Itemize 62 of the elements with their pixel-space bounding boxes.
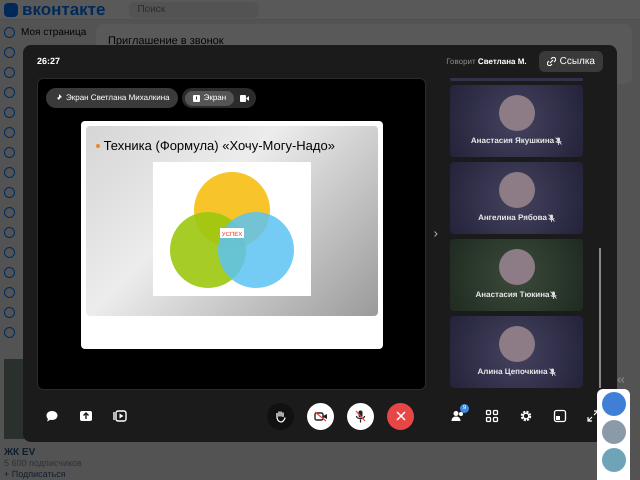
participant-tile[interactable]: Анастасия Тюкина (450, 239, 584, 311)
speaker-status: Говорит Светлана М. (446, 56, 527, 68)
participants-icon[interactable] (451, 409, 465, 423)
camera-button[interactable] (307, 402, 334, 430)
sidebar-icon[interactable] (4, 206, 15, 218)
participant-name: Алина Цепочкина (477, 366, 548, 378)
raise-hand-button[interactable] (267, 402, 294, 430)
microphone-button[interactable] (347, 402, 374, 430)
logo: вконтакте (22, 1, 106, 18)
fullscreen-icon[interactable] (587, 410, 599, 422)
avatar (498, 95, 534, 131)
sidebar-icon[interactable] (4, 326, 15, 338)
participant-tile[interactable]: Анастасия Якушкина (450, 85, 584, 157)
sidebar-icon[interactable] (4, 66, 15, 78)
scrollbar[interactable] (599, 248, 602, 388)
sidebar-icon[interactable] (4, 126, 15, 138)
user-avatar[interactable] (602, 448, 626, 472)
screen-tab[interactable]: Экран (184, 90, 234, 106)
camera-icon (314, 410, 328, 422)
participant-tile[interactable]: Ангелина Рябова (450, 162, 584, 234)
participant-name: Анастасия Тюкина (476, 289, 550, 301)
link-icon (546, 57, 556, 66)
chat-icon[interactable] (45, 409, 59, 423)
avatar (498, 172, 534, 208)
bullet-icon (96, 144, 100, 148)
avatar (498, 249, 534, 285)
sidebar-icon[interactable] (4, 46, 15, 58)
chevron-icon[interactable] (434, 231, 438, 237)
settings-icon[interactable] (519, 409, 533, 423)
sidebar-icon[interactable] (4, 186, 15, 198)
community-avatar[interactable] (602, 392, 626, 416)
call-timer: 26:27 (37, 54, 60, 68)
participant-name: Анастасия Якушкина (470, 135, 554, 147)
grid-icon[interactable] (485, 409, 499, 423)
share-screen-icon[interactable] (79, 409, 93, 423)
avatar (498, 326, 534, 362)
close-icon (396, 411, 406, 421)
sidebar-icon[interactable] (4, 226, 15, 238)
collapse-icon[interactable] (617, 377, 625, 383)
play-icon[interactable] (113, 409, 127, 423)
logo-icon (4, 2, 18, 16)
participant-tile[interactable]: Алина Цепочкина (450, 316, 584, 388)
sidebar-icon[interactable] (4, 166, 15, 178)
microphone-icon (355, 410, 366, 422)
sidebar-icon (4, 26, 15, 38)
sidebar-icon[interactable] (4, 286, 15, 298)
sidebar-icon[interactable] (4, 86, 15, 98)
participant-name: Ангелина Рябова (478, 212, 547, 224)
link-button[interactable]: Ссылка (538, 51, 603, 72)
sidebar-icon[interactable] (4, 246, 15, 258)
end-call-button[interactable] (387, 402, 414, 430)
content-title: Приглашение в звонок (108, 35, 224, 47)
screen-icon (192, 94, 200, 102)
sidebar-icon[interactable] (4, 146, 15, 158)
slide-title: Техника (Формула) «Хочу-Могу-Надо» (104, 137, 335, 155)
hand-icon (274, 410, 287, 422)
layout-icon[interactable] (553, 409, 567, 423)
sidebar-icon[interactable] (4, 266, 15, 278)
sidebar-icon[interactable] (4, 306, 15, 318)
sidebar-icon[interactable] (4, 106, 15, 118)
camera-tab-icon[interactable] (240, 94, 250, 102)
pin-button[interactable]: Экран Светлана Михалкина (46, 88, 178, 108)
